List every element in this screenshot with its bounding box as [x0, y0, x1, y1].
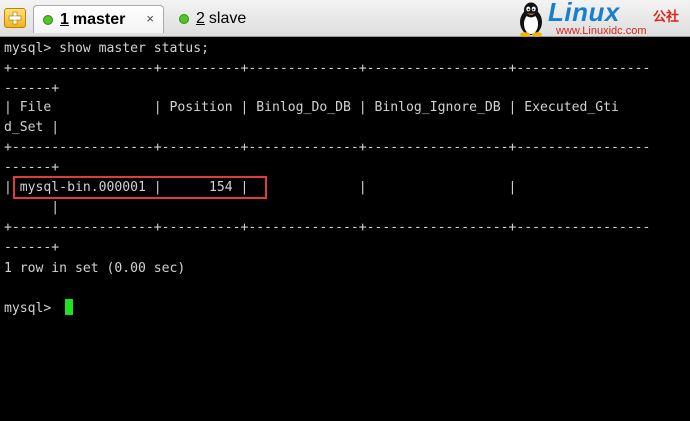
tab-number: 1: [60, 10, 69, 28]
terminal-line: d_Set |: [4, 120, 60, 135]
new-tab-button[interactable]: [4, 8, 26, 28]
session-connected-icon: [179, 14, 189, 24]
tab-master[interactable]: 1 master ×: [33, 5, 164, 33]
terminal-cursor: [65, 299, 73, 315]
tab-label: master: [72, 10, 126, 28]
terminal-line: |: [4, 200, 60, 215]
logo-brand-suffix: 公社: [653, 10, 680, 25]
logo-url: www.Linuxidc.com: [556, 25, 647, 37]
terminal[interactable]: mysql> show master status; +------------…: [0, 38, 690, 421]
terminal-line: mysql> show master status;: [4, 41, 209, 56]
terminal-line: +------------------+----------+---------…: [4, 220, 651, 235]
logo-brand: Linux: [548, 0, 620, 27]
tab-number: 2: [196, 10, 205, 27]
penguin-icon: [520, 2, 542, 37]
terminal-line: mysql>: [4, 301, 60, 316]
session-connected-icon: [43, 14, 53, 25]
terminal-line: ------+: [4, 160, 60, 175]
terminal-line: +------------------+----------+---------…: [4, 61, 651, 76]
terminal-line: +------------------+----------+---------…: [4, 140, 651, 155]
close-icon[interactable]: ×: [146, 11, 154, 26]
highlight-box: [13, 176, 267, 199]
plus-icon: [8, 11, 22, 25]
tab-bar: 1 master × 2 slave Linux 公社 www.Linuxidc…: [0, 0, 690, 37]
terminal-line: ------+: [4, 81, 60, 96]
tab-label: slave: [208, 10, 247, 27]
terminal-line: ------+: [4, 240, 60, 255]
site-logo: Linux 公社 www.Linuxidc.com: [510, 0, 690, 37]
terminal-line: | File | Position | Binlog_Do_DB | Binlo…: [4, 100, 619, 115]
terminal-line: 1 row in set (0.00 sec): [4, 261, 186, 276]
tab-slave[interactable]: 2 slave: [170, 5, 280, 33]
